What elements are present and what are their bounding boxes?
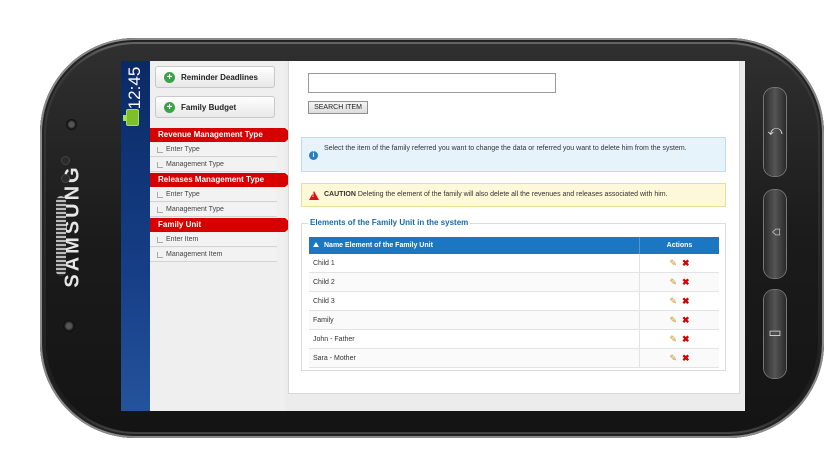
row-actions: ✎ ✖ bbox=[640, 311, 719, 329]
row-name: John - Father bbox=[309, 330, 640, 348]
caution-message: ! CAUTION Deleting the element of the fa… bbox=[301, 183, 726, 207]
status-bar: 12:45 bbox=[121, 61, 150, 411]
row-actions: ✎ ✖ bbox=[640, 273, 719, 291]
sidebar-item-enter-type[interactable]: Enter Type bbox=[150, 188, 277, 202]
delete-x-icon[interactable]: ✖ bbox=[682, 353, 690, 363]
family-budget-label: Family Budget bbox=[181, 102, 237, 112]
fieldset-legend: Elements of the Family Unit in the syste… bbox=[308, 218, 471, 227]
edit-pencil-icon[interactable]: ✎ bbox=[669, 334, 677, 344]
column-name-label: Name Element of the Family Unit bbox=[324, 242, 433, 249]
delete-x-icon[interactable]: ✖ bbox=[682, 258, 690, 268]
caution-text: Deleting the element of the family will … bbox=[357, 191, 668, 198]
light-sensor bbox=[61, 174, 70, 183]
row-name: Sara - Mother bbox=[309, 349, 640, 367]
menu-hardware-button[interactable]: ▭ bbox=[764, 290, 786, 378]
row-actions: ✎ ✖ bbox=[640, 292, 719, 310]
edit-pencil-icon[interactable]: ✎ bbox=[669, 296, 677, 306]
main-panel: SEARCH ITEM i Select the item of the fam… bbox=[288, 61, 740, 394]
warning-icon: ! bbox=[309, 191, 319, 200]
proximity-sensor bbox=[61, 156, 70, 165]
back-arrow-icon: ⤺ bbox=[767, 122, 783, 138]
sidebar-item-management-type[interactable]: Management Type bbox=[150, 203, 277, 217]
family-elements-fieldset: Elements of the Family Unit in the syste… bbox=[301, 218, 726, 371]
row-actions: ✎ ✖ bbox=[640, 330, 719, 348]
app-content: + Reminder Deadlines + Family Budget Rev… bbox=[150, 61, 745, 411]
menu-icon: ▭ bbox=[768, 324, 782, 340]
row-name: Child 2 bbox=[309, 273, 640, 291]
column-header-name[interactable]: Name Element of the Family Unit bbox=[309, 237, 640, 254]
delete-x-icon[interactable]: ✖ bbox=[682, 334, 690, 344]
section-releases-management-type[interactable]: Releases Management Type bbox=[150, 173, 293, 187]
delete-x-icon[interactable]: ✖ bbox=[682, 315, 690, 325]
sidebar-item-management-type[interactable]: Management Type bbox=[150, 158, 277, 172]
table-row[interactable]: Child 1 ✎ ✖ bbox=[309, 254, 719, 273]
home-hardware-button[interactable]: ⌂ bbox=[764, 190, 786, 278]
info-message: i Select the item of the family referred… bbox=[301, 137, 726, 172]
family-elements-table: Name Element of the Family Unit Actions … bbox=[309, 237, 719, 368]
edit-pencil-icon[interactable]: ✎ bbox=[669, 277, 677, 287]
front-camera bbox=[66, 119, 77, 130]
delete-x-icon[interactable]: ✖ bbox=[682, 277, 690, 287]
row-name: Child 3 bbox=[309, 292, 640, 310]
edit-pencil-icon[interactable]: ✎ bbox=[669, 353, 677, 363]
indicator-light bbox=[63, 320, 75, 332]
back-hardware-button[interactable]: ⤺ bbox=[764, 88, 786, 176]
table-row[interactable]: Child 3 ✎ ✖ bbox=[309, 292, 719, 311]
section-family-unit[interactable]: Family Unit bbox=[150, 218, 293, 232]
row-name: Family bbox=[309, 311, 640, 329]
status-clock: 12:45 bbox=[125, 66, 144, 110]
row-actions: ✎ ✖ bbox=[640, 349, 719, 367]
plus-icon: + bbox=[164, 101, 175, 113]
table-header: Name Element of the Family Unit Actions bbox=[309, 237, 719, 254]
info-icon: i bbox=[309, 151, 318, 160]
sidebar-item-enter-type[interactable]: Enter Type bbox=[150, 143, 277, 157]
caution-label: CAUTION bbox=[324, 191, 356, 198]
table-row[interactable]: Family ✎ ✖ bbox=[309, 311, 719, 330]
edit-pencil-icon[interactable]: ✎ bbox=[669, 315, 677, 325]
sidebar-item-management-item[interactable]: Management Item bbox=[150, 248, 277, 262]
speaker-grille bbox=[56, 196, 66, 276]
plus-icon: + bbox=[164, 71, 175, 83]
info-text: Select the item of the family referred y… bbox=[324, 145, 687, 152]
sidebar-item-enter-item[interactable]: Enter Item bbox=[150, 233, 277, 247]
device-screen: 12:45 + Reminder Deadlines + Family Budg… bbox=[121, 61, 745, 411]
column-header-actions: Actions bbox=[666, 242, 693, 249]
family-budget-button[interactable]: + Family Budget bbox=[155, 96, 275, 118]
battery-icon bbox=[123, 109, 139, 126]
home-icon: ⌂ bbox=[767, 227, 783, 237]
reminder-deadlines-label: Reminder Deadlines bbox=[181, 72, 258, 82]
sort-ascending-icon bbox=[313, 242, 319, 247]
table-row[interactable]: Child 2 ✎ ✖ bbox=[309, 273, 719, 292]
reminder-deadlines-button[interactable]: + Reminder Deadlines bbox=[155, 66, 275, 88]
table-row[interactable]: Sara - Mother ✎ ✖ bbox=[309, 349, 719, 368]
search-input[interactable] bbox=[308, 73, 556, 93]
delete-x-icon[interactable]: ✖ bbox=[682, 296, 690, 306]
row-actions: ✎ ✖ bbox=[640, 254, 719, 272]
table-body: Child 1 ✎ ✖ Child 2 ✎ ✖ Child 3 ✎ ✖ Fami… bbox=[309, 254, 719, 368]
row-name: Child 1 bbox=[309, 254, 640, 272]
sidebar: + Reminder Deadlines + Family Budget Rev… bbox=[150, 61, 293, 411]
edit-pencil-icon[interactable]: ✎ bbox=[669, 258, 677, 268]
search-item-button[interactable]: SEARCH ITEM bbox=[308, 101, 368, 114]
section-revenue-management-type[interactable]: Revenue Management Type bbox=[150, 128, 293, 142]
table-row[interactable]: John - Father ✎ ✖ bbox=[309, 330, 719, 349]
